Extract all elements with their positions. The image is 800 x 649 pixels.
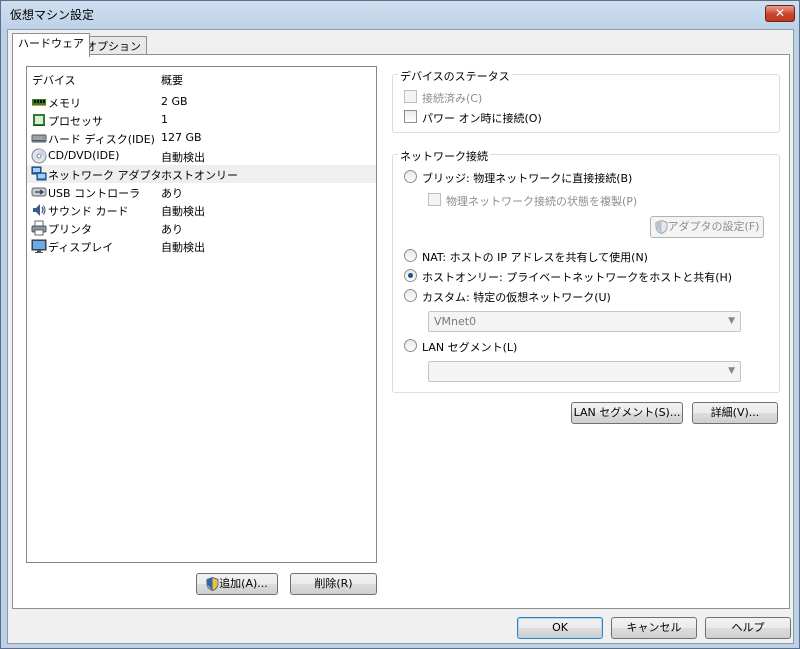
lan-segments-button[interactable]: LAN セグメント(S)... [571,402,683,424]
custom-radio[interactable] [404,289,417,302]
advanced-button[interactable]: 詳細(V)... [692,402,778,424]
vm-settings-window: 仮想マシン設定 ✕ ハードウェア オプション デバイス 概要 メモリ 2 GB … [0,0,800,649]
device-row-processor[interactable]: プロセッサ 1 [27,111,376,129]
nat-radio[interactable] [404,249,417,262]
device-name: ハード ディスク(IDE) [48,133,155,146]
column-header-device[interactable]: デバイス [32,72,76,88]
device-row-display[interactable]: ディスプレイ 自動検出 [27,237,376,255]
lan-segment-radio[interactable] [404,339,417,352]
uac-shield-icon [655,220,668,234]
add-button-label: 追加(A)... [219,577,268,590]
hard-disk-icon [31,134,47,143]
lan-segment-label: LAN セグメント(L) [422,341,518,354]
add-device-button[interactable]: 追加(A)... [196,573,278,595]
host-only-radio[interactable] [404,269,417,282]
column-header-summary[interactable]: 概要 [161,72,183,88]
device-name: CD/DVD(IDE) [48,149,120,162]
device-name: メモリ [48,97,81,110]
chevron-down-icon: ▼ [728,366,735,376]
custom-label: カスタム: 特定の仮想ネットワーク(U) [422,291,611,304]
tab-hardware[interactable]: ハードウェア [12,33,90,57]
cd-dvd-icon [31,148,47,164]
help-button[interactable]: ヘルプ [705,617,791,639]
nat-label: NAT: ホストの IP アドレスを共有して使用(N) [422,251,648,264]
connected-checkbox[interactable] [404,90,417,103]
custom-network-value: VMnet0 [434,315,477,328]
adapter-settings-label: アダプタの設定(F) [667,220,760,233]
device-row-hard-disk[interactable]: ハード ディスク(IDE) 127 GB [27,129,376,147]
device-row-memory[interactable]: メモリ 2 GB [27,93,376,111]
host-only-label: ホストオンリー: プライベートネットワークをホストと共有(H) [422,271,733,284]
device-row-sound-card[interactable]: サウンド カード 自動検出 [27,201,376,219]
device-summary: 127 GB [161,131,202,144]
device-row-network-adapter[interactable]: ネットワーク アダプタ ホストオンリー [27,165,376,183]
cancel-button[interactable]: キャンセル [611,617,697,639]
device-list[interactable]: デバイス 概要 メモリ 2 GB プロセッサ 1 ハード ディスク(IDE) 1… [26,66,377,563]
bridged-label: ブリッジ: 物理ネットワークに直接接続(B) [422,172,633,185]
hardware-tab-panel: デバイス 概要 メモリ 2 GB プロセッサ 1 ハード ディスク(IDE) 1… [12,54,790,609]
ok-button[interactable]: OK [517,617,603,639]
processor-icon [33,114,45,126]
device-summary: あり [161,187,183,200]
device-summary: 1 [161,113,168,126]
display-icon [31,239,47,253]
device-row-usb-controller[interactable]: USB コントローラ あり [27,183,376,201]
device-summary: 自動検出 [161,151,205,164]
connected-label: 接続済み(C) [422,92,483,105]
device-summary: ホストオンリー [161,169,238,182]
network-connection-title: ネットワーク接続 [398,148,490,164]
device-list-header: デバイス 概要 [27,67,376,89]
title-bar[interactable]: 仮想マシン設定 ✕ [1,1,799,27]
device-summary: 自動検出 [161,205,205,218]
sound-icon [33,204,46,216]
device-name: ネットワーク アダプタ [48,169,162,182]
device-status-title: デバイスのステータス [398,68,512,84]
device-summary: あり [161,223,183,236]
printer-icon [31,220,47,236]
close-button[interactable]: ✕ [765,5,795,22]
network-adapter-icon [31,166,47,181]
replicate-state-checkbox[interactable] [428,193,441,206]
device-summary: 2 GB [161,95,188,108]
connect-at-power-on-label: パワー オン時に接続(O) [422,112,542,125]
adapter-settings-button[interactable]: アダプタの設定(F) [650,216,764,238]
bridged-radio[interactable] [404,170,417,183]
device-name: サウンド カード [48,205,129,218]
uac-shield-icon [206,577,219,591]
device-name: USB コントローラ [48,187,141,200]
device-name: プリンタ [48,223,92,236]
chevron-down-icon: ▼ [728,316,735,326]
custom-network-select[interactable]: VMnet0 ▼ [428,311,741,332]
replicate-state-label: 物理ネットワーク接続の状態を複製(P) [446,195,638,208]
device-name: プロセッサ [48,115,103,128]
device-row-cd-dvd[interactable]: CD/DVD(IDE) 自動検出 [27,147,376,165]
device-name: ディスプレイ [48,241,114,254]
window-title: 仮想マシン設定 [10,8,95,22]
memory-icon [32,99,46,106]
remove-device-button[interactable]: 削除(R) [290,573,377,595]
usb-icon [31,187,47,197]
device-row-printer[interactable]: プリンタ あり [27,219,376,237]
connect-at-power-on-checkbox[interactable] [404,110,417,123]
lan-segment-select[interactable]: ▼ [428,361,741,382]
dialog-client-area: ハードウェア オプション デバイス 概要 メモリ 2 GB プロセッサ 1 ハー… [7,29,794,644]
device-summary: 自動検出 [161,241,205,254]
